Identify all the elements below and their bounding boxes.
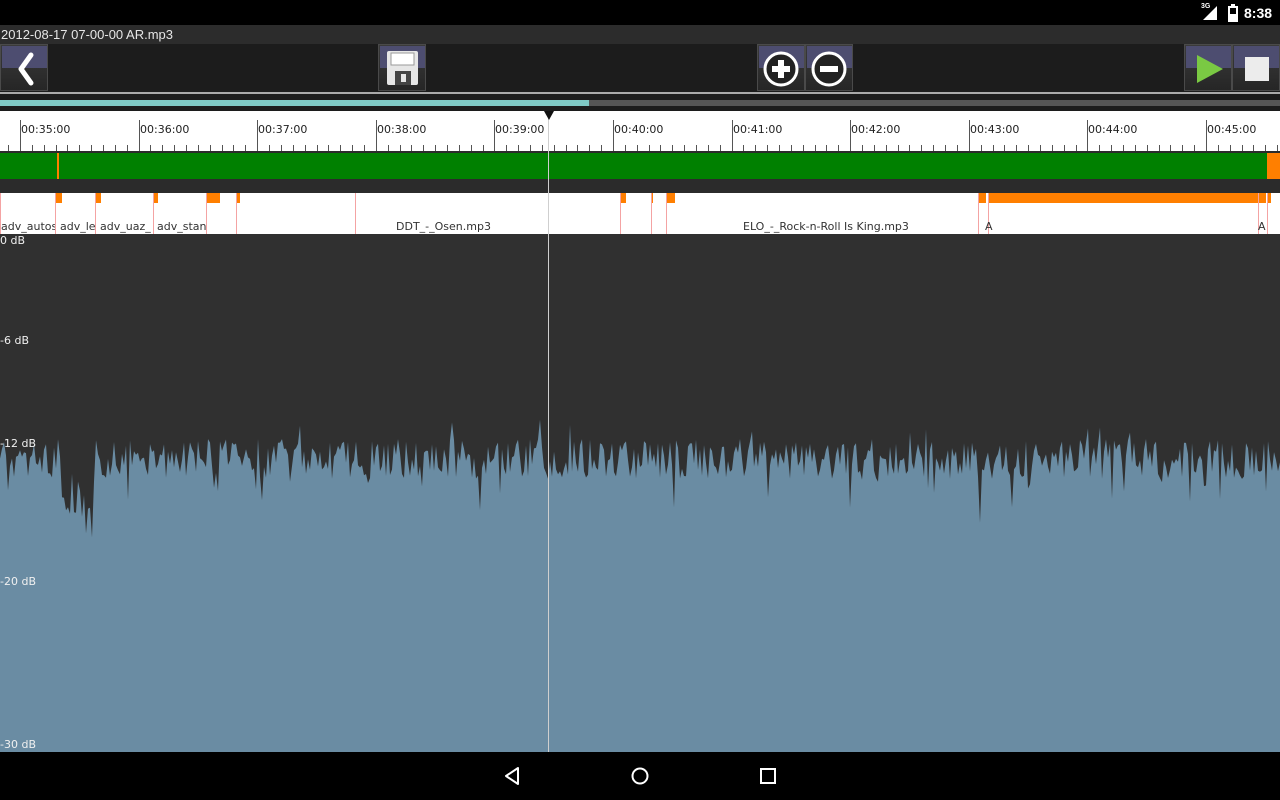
time-label: 00:42:00 xyxy=(851,123,901,136)
track-segment[interactable] xyxy=(666,193,675,234)
db-label: -30 dB xyxy=(0,738,36,751)
status-bar: 3G 8:38 xyxy=(0,0,1280,25)
time-label: 00:38:00 xyxy=(377,123,427,136)
file-title-bar: 2012-08-17 07-00-00 AR.mp3 xyxy=(0,25,1280,44)
signal-icon xyxy=(1203,6,1217,20)
nav-recents-icon[interactable] xyxy=(756,764,780,788)
waveform xyxy=(0,419,1280,752)
track-segment[interactable] xyxy=(620,193,626,234)
track-label: adv_le xyxy=(60,220,95,233)
time-ruler[interactable]: 00:35:00 00:36:00 00:37:00 00:38:00 00:39:00… xyxy=(0,111,1280,151)
time-label: 00:41:00 xyxy=(733,123,783,136)
time-label: 00:40:00 xyxy=(614,123,664,136)
track-segment[interactable] xyxy=(1267,193,1280,234)
clock: 8:38 xyxy=(1244,5,1273,21)
db-label: -12 dB xyxy=(0,437,36,450)
track-label: adv_autos xyxy=(1,220,55,233)
zoom-in-button[interactable] xyxy=(757,44,805,91)
db-label: 0 dB xyxy=(0,234,26,247)
track-label: DDT_-_Osen.mp3 xyxy=(396,220,491,233)
db-label: -6 dB xyxy=(0,334,29,347)
minus-circle-icon xyxy=(807,46,852,87)
track-segment[interactable] xyxy=(236,193,240,234)
battery-icon xyxy=(1228,4,1238,22)
playhead-line[interactable] xyxy=(548,111,549,752)
play-button[interactable] xyxy=(1184,44,1232,91)
back-button[interactable] xyxy=(0,44,48,91)
nav-home-icon[interactable] xyxy=(628,764,652,788)
track-segment[interactable] xyxy=(988,193,1258,234)
db-label: -20 dB xyxy=(0,575,36,588)
segment-bar[interactable] xyxy=(0,151,1280,181)
playhead-marker[interactable] xyxy=(544,111,554,120)
waveform-view[interactable]: 0 dB -6 dB -12 dB -20 dB -30 dB xyxy=(0,234,1280,752)
track-label: adv_uaz_ xyxy=(100,220,151,233)
track-label: A xyxy=(985,220,993,233)
track-segment[interactable] xyxy=(651,193,653,234)
play-icon xyxy=(1186,46,1231,83)
time-label: 00:39:00 xyxy=(495,123,545,136)
waveform-area xyxy=(0,419,1280,752)
floppy-disk-icon xyxy=(380,46,425,85)
time-label: 00:36:00 xyxy=(140,123,190,136)
time-label: 00:45:00 xyxy=(1207,123,1257,136)
system-nav-bar xyxy=(0,752,1280,800)
zoom-out-button[interactable] xyxy=(805,44,853,91)
stop-icon xyxy=(1234,46,1279,81)
file-title: 2012-08-17 07-00-00 AR.mp3 xyxy=(1,27,174,42)
time-label: 00:43:00 xyxy=(970,123,1020,136)
time-label: 00:37:00 xyxy=(258,123,308,136)
track-label: ELO_-_Rock-n-Roll Is King.mp3 xyxy=(743,220,909,233)
track-label: adv_stan xyxy=(157,220,206,233)
segment-green xyxy=(0,153,1267,179)
nav-back-icon[interactable] xyxy=(500,764,524,788)
segment-marker xyxy=(57,153,59,179)
back-arrow-icon xyxy=(2,46,47,86)
bar-gap xyxy=(0,181,1280,193)
time-label: 00:35:00 xyxy=(21,123,71,136)
time-label: 00:44:00 xyxy=(1088,123,1138,136)
track-list: adv_autos adv_le adv_uaz_ adv_stan DDT_-… xyxy=(0,193,1280,234)
segment-orange xyxy=(1267,153,1280,179)
playback-progress[interactable] xyxy=(0,100,1280,106)
toolbar xyxy=(0,44,1280,92)
stop-button[interactable] xyxy=(1232,44,1280,91)
playback-progress-fill xyxy=(0,100,589,106)
save-button[interactable] xyxy=(378,44,426,91)
track-segment[interactable] xyxy=(206,193,220,234)
track-label: A xyxy=(1258,220,1266,233)
plus-circle-icon xyxy=(759,46,804,87)
track-segment[interactable] xyxy=(355,193,357,234)
